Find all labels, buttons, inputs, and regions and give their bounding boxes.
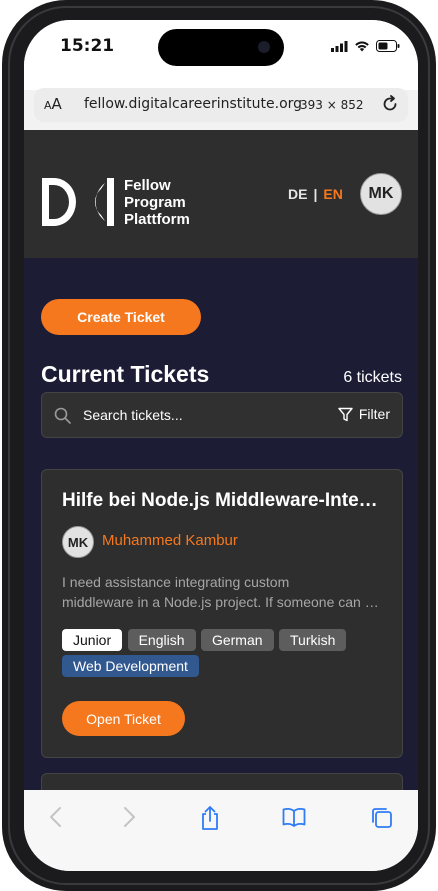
battery-icon xyxy=(376,40,400,52)
status-time: 15:21 xyxy=(60,36,115,56)
browser-toolbar xyxy=(24,790,418,871)
search-box[interactable]: Search tickets... Filter xyxy=(41,392,403,438)
ticket-tags: Junior English German Turkish Web Develo… xyxy=(62,629,392,681)
logo-line-3: Plattform xyxy=(124,211,190,228)
camera-icon xyxy=(258,41,270,53)
lang-separator: | xyxy=(313,186,318,202)
level-tag: Junior xyxy=(62,629,123,651)
section-title: Current Tickets xyxy=(41,361,210,387)
description-line: I need assistance integrating custom xyxy=(62,574,290,590)
viewport-size: 393 × 852 xyxy=(300,98,364,112)
logo-text: Fellow Program Plattform xyxy=(124,177,190,228)
dci-logo xyxy=(42,178,114,226)
language-switcher: DE | EN xyxy=(288,186,343,202)
create-ticket-button[interactable]: Create Ticket xyxy=(41,299,201,335)
description-line: middleware in a Node.js project. If some… xyxy=(62,594,380,610)
language-tag: English xyxy=(127,629,196,651)
search-icon xyxy=(54,407,71,424)
author-avatar: MK xyxy=(62,526,94,558)
language-tag: German xyxy=(200,629,274,651)
status-bar: 15:21 xyxy=(24,20,418,90)
signal-icon xyxy=(331,40,348,52)
logo-line-2: Program xyxy=(124,194,186,211)
share-icon[interactable] xyxy=(199,805,221,831)
ticket-card-next xyxy=(41,773,403,790)
user-avatar[interactable]: MK xyxy=(360,173,402,215)
text-size-button[interactable]: AA xyxy=(44,95,62,113)
filter-icon xyxy=(338,407,353,421)
language-tag: Turkish xyxy=(279,629,347,651)
ticket-description: I need assistance integrating custom mid… xyxy=(62,572,380,612)
ticket-title: Hilfe bei Node.js Middleware-Integration xyxy=(62,490,382,511)
logo-line-1: Fellow xyxy=(124,177,171,194)
search-input[interactable]: Search tickets... xyxy=(83,407,183,423)
lang-en-button[interactable]: EN xyxy=(323,186,342,202)
ticket-count: 6 tickets xyxy=(343,369,402,386)
lang-de-button[interactable]: DE xyxy=(288,186,307,202)
url-text[interactable]: fellow.digitalcareerinstitute.org xyxy=(84,96,302,112)
reload-icon[interactable] xyxy=(380,94,400,118)
web-app: Fellow Program Plattform DE | EN MK Create… xyxy=(24,130,418,790)
dynamic-island xyxy=(158,29,284,66)
system-icons xyxy=(331,40,400,52)
phone-frame: 15:21 AA fellow.digitalcareerinstitute.o… xyxy=(2,0,436,891)
app-header: Fellow Program Plattform DE | EN MK xyxy=(24,130,418,258)
author-name[interactable]: Muhammed Kambur xyxy=(102,532,238,549)
open-ticket-button[interactable]: Open Ticket xyxy=(62,701,185,736)
category-tag: Web Development xyxy=(62,655,199,677)
filter-button[interactable]: Filter xyxy=(338,406,390,422)
tabs-icon[interactable] xyxy=(370,806,394,830)
wifi-icon xyxy=(355,41,369,52)
screen: 15:21 AA fellow.digitalcareerinstitute.o… xyxy=(24,20,418,871)
back-icon[interactable] xyxy=(48,806,64,828)
forward-icon[interactable] xyxy=(121,806,137,828)
ticket-card: Hilfe bei Node.js Middleware-Integration… xyxy=(41,469,403,758)
bookmarks-icon[interactable] xyxy=(282,807,306,827)
address-bar[interactable]: AA fellow.digitalcareerinstitute.org 393… xyxy=(34,88,408,122)
filter-label: Filter xyxy=(358,406,390,422)
